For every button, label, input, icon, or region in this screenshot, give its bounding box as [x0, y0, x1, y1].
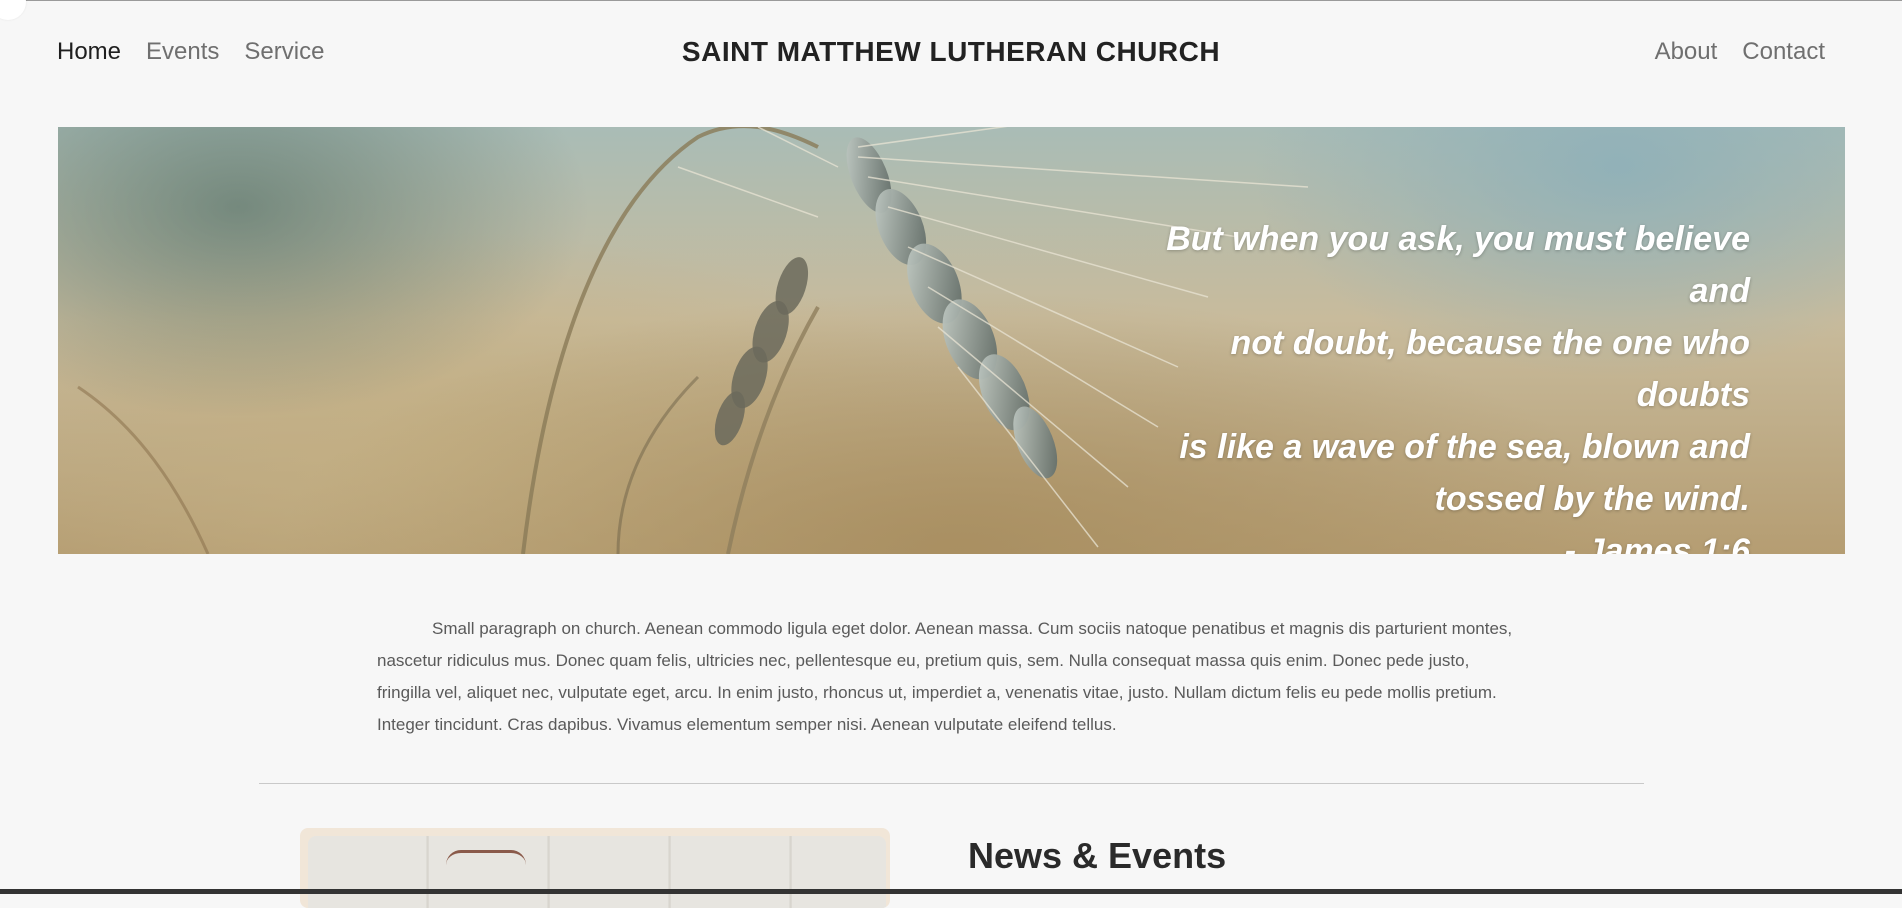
news-events-heading: News & Events [968, 835, 1227, 876]
corner-widget[interactable] [0, 0, 26, 20]
book-icon [446, 850, 526, 865]
hero-banner: But when you ask, you must believe and n… [58, 127, 1845, 554]
bottom-bar [0, 889, 1902, 894]
nav-about-link[interactable]: About [1655, 36, 1718, 68]
scripture-quote: But when you ask, you must believe and n… [1110, 213, 1750, 554]
secondary-nav: About Contact [1655, 36, 1825, 68]
top-border [0, 0, 1902, 1]
quote-reference: - James 1:6 [1564, 532, 1750, 554]
intro-paragraph: Small paragraph on church. Aenean commod… [377, 619, 1513, 734]
quote-line-1: But when you ask, you must believe and [1166, 220, 1750, 310]
news-image [300, 828, 890, 908]
quote-line-2: not doubt, because the one who doubts [1230, 324, 1750, 414]
quote-line-4: tossed by the wind. [1434, 480, 1750, 518]
section-divider [259, 783, 1644, 784]
nav-contact-link[interactable]: Contact [1742, 36, 1825, 68]
quote-line-3: is like a wave of the sea, blown and [1179, 428, 1750, 466]
news-image-photo [308, 836, 886, 908]
site-title[interactable]: SAINT MATTHEW LUTHERAN CHURCH [0, 35, 1902, 69]
